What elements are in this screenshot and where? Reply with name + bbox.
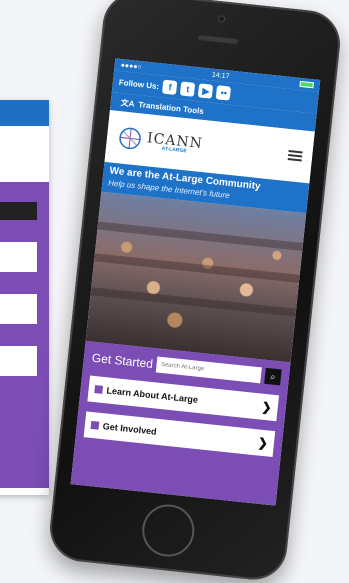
flickr-icon[interactable]: •• [216, 85, 232, 101]
get-started-label: Get Started [91, 350, 154, 371]
square-icon [94, 385, 104, 394]
youtube-icon[interactable]: ▶ [198, 83, 214, 99]
background-panel [0, 182, 49, 488]
search-input[interactable] [156, 356, 262, 384]
speaker [197, 34, 239, 45]
phone-screen: ●●●●○ 14:17 Follow Us: f t ▶ •• 文A Trans… [70, 58, 321, 506]
chevron-right-icon: ❯ [260, 399, 273, 415]
signal-icon: ●●●●○ [120, 61, 143, 71]
get-started-panel: Get Started ⌕ Learn About At-Large ❯ [70, 340, 291, 506]
hamburger-menu-icon[interactable] [287, 150, 303, 162]
camera [217, 14, 226, 23]
twitter-icon[interactable]: t [180, 81, 196, 97]
checkbox-icon [90, 420, 100, 430]
translation-label: Translation Tools [138, 99, 205, 116]
phone-device: ●●●●○ 14:17 Follow Us: f t ▶ •• 文A Trans… [46, 0, 344, 583]
search-box [156, 356, 262, 384]
icann-logo[interactable]: ICANN AT-LARGE [116, 124, 204, 159]
home-button[interactable] [139, 501, 197, 560]
search-icon: ⌕ [269, 370, 277, 382]
background-menu [0, 126, 49, 170]
background-item [0, 294, 37, 324]
status-time: 14:17 [211, 71, 230, 80]
background-search [0, 202, 37, 220]
chevron-right-icon: ❯ [257, 435, 269, 451]
background-header [0, 100, 49, 126]
follow-label: Follow Us: [118, 77, 160, 91]
background-page [0, 100, 49, 495]
menu-item-label: Learn About At-Large [106, 385, 199, 405]
background-item [0, 242, 37, 272]
translate-icon: 文A [120, 97, 135, 109]
search-button[interactable]: ⌕ [264, 367, 282, 386]
facebook-icon[interactable]: f [162, 79, 178, 96]
menu-item-label: Get Involved [102, 421, 158, 437]
globe-icon [119, 127, 141, 150]
background-item [0, 346, 37, 376]
conference-photo [85, 191, 307, 363]
battery-icon [299, 80, 314, 88]
